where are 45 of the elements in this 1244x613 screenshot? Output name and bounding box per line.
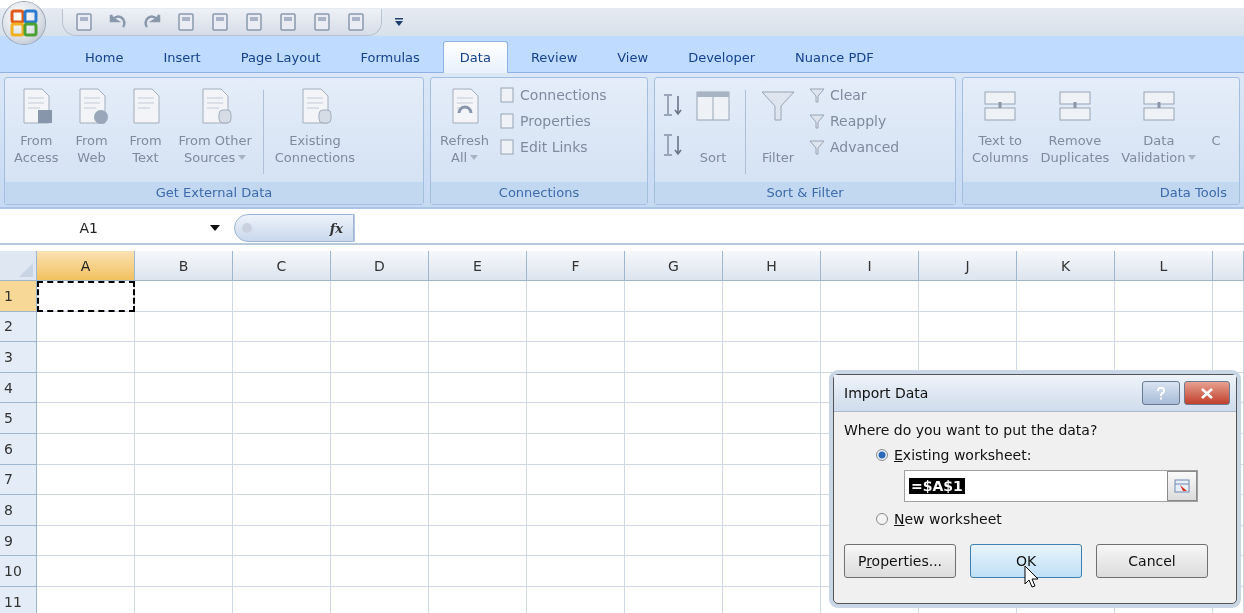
column-header[interactable]: G xyxy=(625,251,723,281)
option-label[interactable]: Existing worksheet: xyxy=(894,447,1032,463)
ribbon-tab[interactable]: Page Layout xyxy=(223,42,338,72)
row-header[interactable]: 11 xyxy=(0,586,37,613)
row-header[interactable]: 3 xyxy=(0,342,37,373)
column-header[interactable]: F xyxy=(527,251,625,281)
column-header[interactable]: B xyxy=(135,251,233,281)
column-header[interactable]: J xyxy=(919,251,1017,281)
column-header[interactable]: A xyxy=(37,251,135,281)
column-header[interactable]: I xyxy=(821,251,919,281)
ribbon-tab[interactable]: Nuance PDF xyxy=(778,42,891,72)
group-label: Data Tools xyxy=(963,182,1239,204)
column-header[interactable]: H xyxy=(723,251,821,281)
group-label: Connections xyxy=(431,182,647,204)
name-box[interactable]: A1 xyxy=(0,220,98,236)
dialog-button[interactable]: Cancel xyxy=(1096,544,1208,578)
group-label: Sort & Filter xyxy=(655,182,955,204)
row-header[interactable]: 5 xyxy=(0,403,37,434)
column-header[interactable]: C xyxy=(233,251,331,281)
column-header[interactable]: D xyxy=(331,251,429,281)
column-header[interactable]: K xyxy=(1017,251,1115,281)
dialog-title: Import Data xyxy=(844,385,930,401)
prompt-text: Where do you want to put the data? xyxy=(844,422,1099,438)
option-label[interactable]: New worksheet xyxy=(894,511,1002,527)
ribbon-tab[interactable]: Insert xyxy=(146,42,218,72)
insert-function-button[interactable]: fx xyxy=(329,220,343,236)
ribbon-tab[interactable]: Developer xyxy=(671,42,772,72)
ribbon-tab[interactable]: Data xyxy=(442,41,508,73)
row-header[interactable]: 9 xyxy=(0,525,37,557)
column-header[interactable]: E xyxy=(429,251,527,281)
row-header[interactable]: 7 xyxy=(0,464,37,496)
ribbon-tab[interactable]: Home xyxy=(68,42,141,72)
row-header[interactable]: 1 xyxy=(0,281,37,312)
ribbon-tab[interactable]: Formulas xyxy=(343,42,437,72)
row-header[interactable]: 2 xyxy=(0,311,37,343)
dialog-button[interactable]: OK xyxy=(970,544,1082,578)
ribbon-tab[interactable]: View xyxy=(600,42,666,72)
row-header[interactable]: 10 xyxy=(0,556,37,587)
row-header[interactable]: 6 xyxy=(0,433,37,465)
row-header[interactable]: 4 xyxy=(0,372,37,404)
dialog-button[interactable]: Properties... xyxy=(844,544,956,578)
ribbon-tab[interactable]: Review xyxy=(513,42,595,72)
row-header[interactable]: 8 xyxy=(0,495,37,526)
group-label: Get External Data xyxy=(5,182,423,204)
column-header[interactable]: L xyxy=(1115,251,1213,281)
